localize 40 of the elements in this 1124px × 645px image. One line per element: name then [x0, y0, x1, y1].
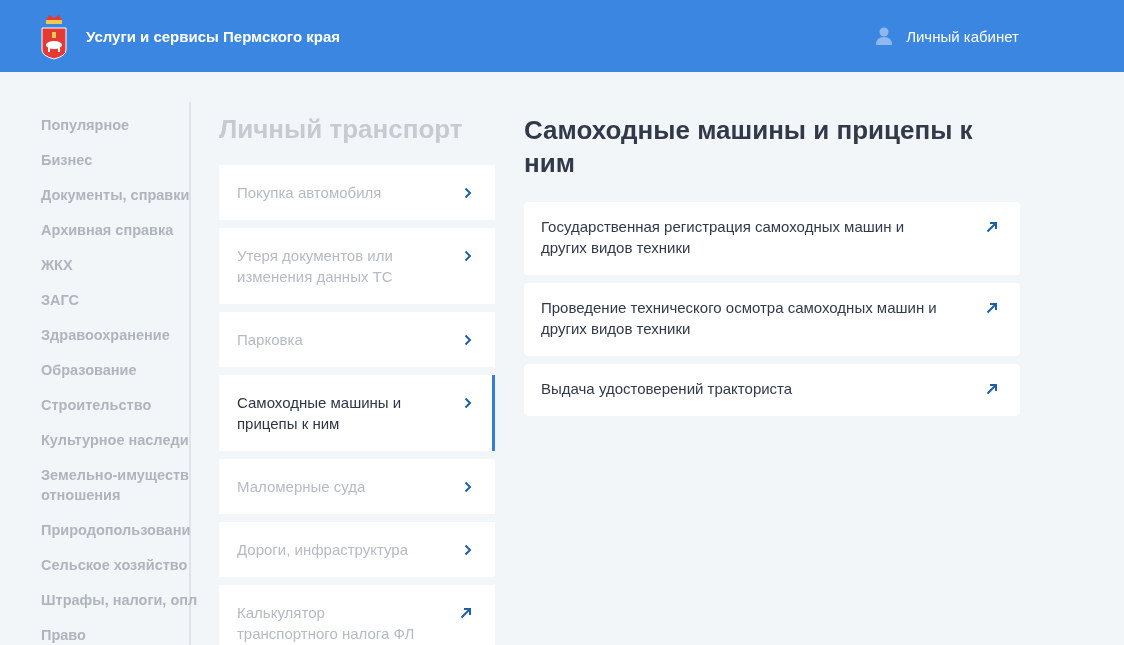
chevron-right-icon — [464, 544, 472, 556]
subcategory-item[interactable]: Самоходные машины и прицепы к ним — [219, 375, 495, 451]
sidebar-item[interactable]: Культурное наследи — [41, 425, 195, 460]
sidebar-item[interactable]: Документы, справки — [41, 180, 195, 215]
subcategory-item[interactable]: Утеря документов или изменения данных ТС — [219, 228, 495, 304]
subcategory-item[interactable]: Дороги, инфраструктура — [219, 522, 495, 577]
chevron-right-icon — [464, 334, 472, 346]
chevron-right-icon — [464, 250, 472, 262]
account-link[interactable]: Личный кабинет — [876, 27, 1019, 45]
sidebar-item[interactable]: Архивная справка — [41, 215, 195, 250]
sidebar-item[interactable]: Образование — [41, 355, 195, 390]
chevron-right-icon — [464, 397, 472, 409]
sidebar-item[interactable]: Природопользовани — [41, 515, 195, 550]
sidebar-item[interactable]: Штрафы, налоги, опл — [41, 585, 195, 620]
sidebar-item[interactable]: Здравоохранение — [41, 320, 195, 355]
external-link-icon — [986, 221, 998, 233]
page-title: Самоходные машины и прицепы к ним — [524, 114, 974, 180]
sidebar-item[interactable]: ЖКХ — [41, 250, 195, 285]
user-icon — [876, 27, 893, 45]
subcategory-item[interactable]: Парковка — [219, 312, 495, 367]
sidebar-item[interactable]: Земельно-имуществ отношения — [41, 460, 195, 515]
subcategory-item[interactable]: Маломерные суда — [219, 459, 495, 514]
site-title[interactable]: Услуги и сервисы Пермского края — [86, 27, 340, 45]
external-link-icon — [460, 607, 472, 619]
external-link-icon — [986, 383, 998, 395]
sidebar-item[interactable]: Строительство — [41, 390, 195, 425]
sidebar-item[interactable]: Сельское хозяйство — [41, 550, 195, 585]
sidebar-item[interactable]: ЗАГС — [41, 285, 195, 320]
coat-of-arms-icon — [40, 12, 68, 60]
subcategory-item[interactable]: Покупка автомобиля — [219, 165, 495, 220]
service-link[interactable]: Выдача удостоверений тракториста — [524, 364, 1020, 416]
service-link[interactable]: Проведение технического осмотра самоходных машин и других видов техники — [524, 283, 1020, 356]
sidebar-item[interactable]: Бизнес — [41, 145, 195, 180]
external-link-icon — [986, 302, 998, 314]
subcategory-item[interactable]: Калькулятор транспортного налога ФЛ — [219, 585, 495, 645]
sidebar-item[interactable]: Право — [41, 620, 195, 645]
sidebar-item[interactable]: Популярное — [41, 110, 195, 145]
service-link[interactable]: Государственная регистрация самоходных машин и других видов техники — [524, 202, 1020, 275]
chevron-right-icon — [464, 481, 472, 493]
chevron-right-icon — [464, 187, 472, 199]
